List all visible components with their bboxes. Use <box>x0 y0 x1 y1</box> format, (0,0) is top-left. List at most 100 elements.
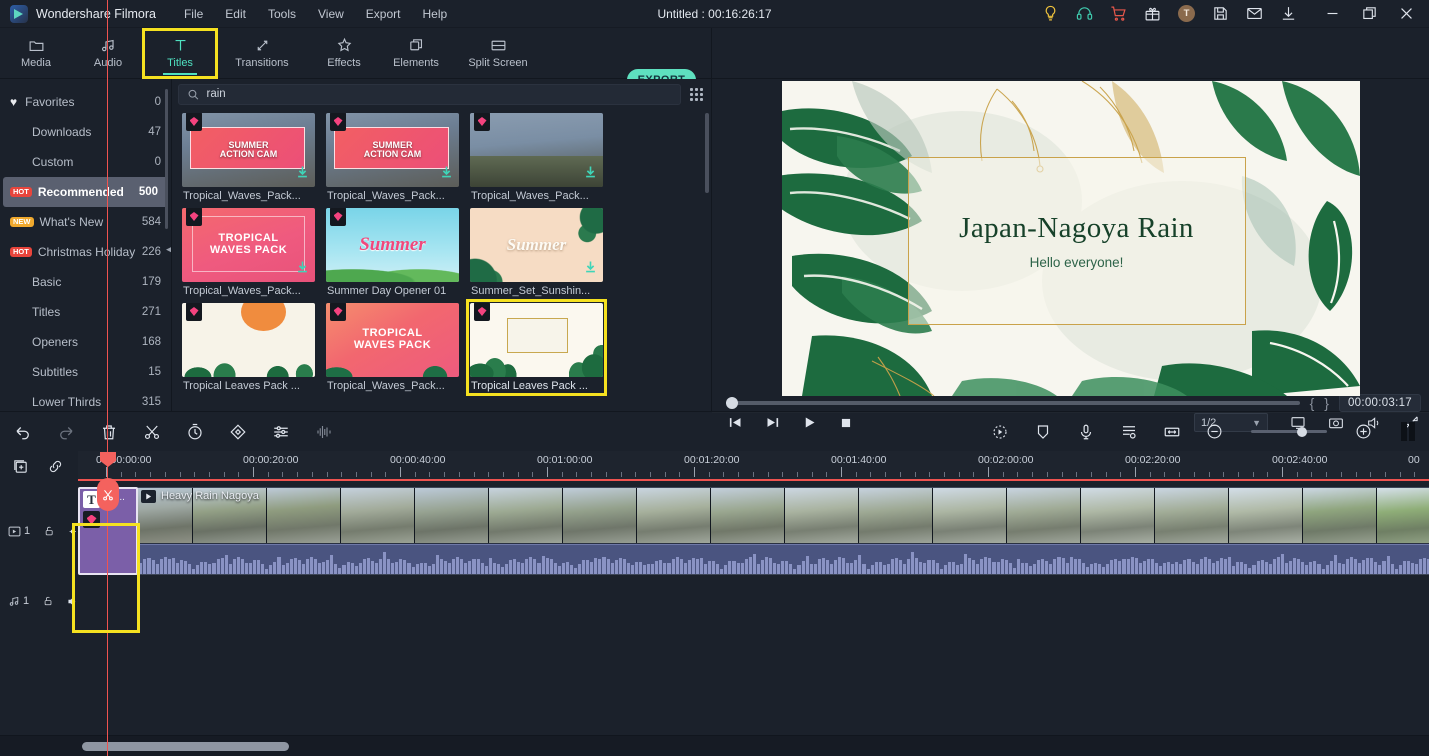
sidebar-item-basic[interactable]: Basic 179 <box>0 267 171 297</box>
tab-transitions[interactable]: Transitions <box>216 30 308 77</box>
maximize-icon[interactable] <box>1361 5 1378 22</box>
save-icon[interactable] <box>1212 5 1229 22</box>
scrub-handle[interactable] <box>726 397 738 409</box>
mark-out-button[interactable]: } <box>1324 395 1329 411</box>
cart-icon[interactable] <box>1110 5 1127 22</box>
timeline-ruler[interactable]: 00:00:00:00 00:00:20:00 00:00:40:00 00:0… <box>78 451 1429 481</box>
zoom-in-icon[interactable] <box>1355 423 1372 440</box>
download-icon[interactable] <box>583 164 598 184</box>
voiceover-icon[interactable] <box>1077 423 1095 441</box>
tab-titles[interactable]: Titles <box>142 27 218 79</box>
asset-card[interactable]: Summer Summer Day Opener 01 <box>326 208 459 297</box>
sidebar-item-subtitles[interactable]: Subtitles 15 <box>0 357 171 387</box>
asset-card[interactable]: SUMMER ACTION CAM Tropical_Waves_Pack... <box>326 113 459 202</box>
add-track-icon[interactable] <box>12 458 29 475</box>
search-input[interactable] <box>206 88 672 100</box>
sidebar-item-whats-new[interactable]: NEW What's New 584 <box>0 207 171 237</box>
grid-view-toggle-icon[interactable] <box>687 85 705 103</box>
tab-media[interactable]: Media <box>0 30 72 77</box>
snapshot-icon[interactable] <box>1328 415 1344 431</box>
link-icon[interactable] <box>47 458 64 475</box>
video-clip[interactable]: Heavy Rain Nagoya <box>118 487 1429 575</box>
timeline-zoom-slider[interactable] <box>1251 426 1327 437</box>
headset-icon[interactable] <box>1076 5 1093 22</box>
play-button[interactable] <box>802 415 817 430</box>
sidebar-item-openers[interactable]: Openers 168 <box>0 327 171 357</box>
gift-icon[interactable] <box>1144 5 1161 22</box>
menu-item-help[interactable]: Help <box>422 7 447 21</box>
asset-card[interactable]: TROPICAL WAVES PACK Tropical_Waves_Pack.… <box>182 208 315 297</box>
subtitle-icon[interactable] <box>1120 423 1138 441</box>
split-clip-button[interactable] <box>97 478 119 511</box>
asset-card-selected[interactable]: Tropical Leaves Pack ... <box>466 299 607 396</box>
tab-elements[interactable]: Elements <box>380 30 452 77</box>
speed-icon[interactable] <box>186 423 204 441</box>
track-visibility-icon[interactable] <box>68 525 78 538</box>
split-scissors-icon[interactable] <box>143 423 161 441</box>
asset-card[interactable]: Tropical_Waves_Pack... <box>470 113 603 202</box>
video-preview[interactable]: Japan-Nagoya Rain Hello everyone! <box>781 81 1360 396</box>
timeline-horizontal-scrollbar[interactable] <box>82 742 289 751</box>
close-icon[interactable] <box>1398 5 1415 22</box>
avatar[interactable]: T <box>1178 5 1195 22</box>
tab-audio[interactable]: Audio <box>72 30 144 77</box>
zoom-slider-handle[interactable] <box>1297 426 1307 437</box>
marker-pair-icon[interactable] <box>1401 422 1415 441</box>
audio-mixer-icon[interactable] <box>315 423 333 441</box>
sidebar-item-christmas-holiday[interactable]: HOT Christmas Holiday 226 <box>0 237 171 267</box>
menu-item-tools[interactable]: Tools <box>268 7 296 21</box>
menu-item-export[interactable]: Export <box>366 7 401 21</box>
audio-track-body[interactable] <box>78 581 1429 621</box>
audio-mute-icon[interactable] <box>67 594 78 609</box>
redo-icon[interactable] <box>57 423 75 441</box>
download-icon[interactable] <box>439 164 454 184</box>
keyframe-icon[interactable] <box>229 423 247 441</box>
sidebar-item-favorites[interactable]: ♥ Favorites 0 <box>0 87 171 117</box>
video-track-body[interactable]: Heavy Rain Nagoya T Tro... <box>78 481 1429 581</box>
thumb-overlay-bottom: ACTION CAM <box>219 149 278 159</box>
color-settings-icon[interactable] <box>272 423 290 441</box>
audio-track-icon <box>9 596 19 606</box>
menu-item-view[interactable]: View <box>318 7 344 21</box>
asset-card[interactable]: SUMMER ACTION CAM Tropical_Waves_Pack... <box>182 113 315 202</box>
asset-label: Tropical_Waves_Pack... <box>327 380 445 392</box>
scrub-bar[interactable] <box>726 397 1300 409</box>
asset-card[interactable]: Summer Summer_Set_Sunshin... <box>470 208 603 297</box>
download-icon[interactable] <box>295 259 310 279</box>
mark-in-button[interactable]: { <box>1310 395 1315 411</box>
sidebar-item-lower-thirds[interactable]: Lower Thirds 315 <box>0 387 171 417</box>
fit-timeline-icon[interactable] <box>1163 423 1181 441</box>
sidebar-scrollbar[interactable] <box>165 89 168 229</box>
lightbulb-icon[interactable] <box>1042 5 1059 22</box>
unlock-icon[interactable] <box>43 594 53 608</box>
undo-icon[interactable] <box>14 423 32 441</box>
tab-effects[interactable]: Effects <box>308 30 380 77</box>
search-row <box>172 79 711 109</box>
marker-icon[interactable] <box>1034 423 1052 441</box>
next-frame-button[interactable] <box>765 415 780 430</box>
render-preview-icon[interactable] <box>991 423 1009 441</box>
download-icon[interactable] <box>295 164 310 184</box>
sidebar-item-custom[interactable]: Custom 0 <box>0 147 171 177</box>
asset-card[interactable]: TROPICAL WAVES PACK Tropical_Waves_Pack.… <box>326 303 459 392</box>
browser-scrollbar[interactable] <box>705 113 709 193</box>
sidebar-item-recommended[interactable]: HOT Recommended 500 <box>3 177 168 207</box>
unlock-icon[interactable] <box>44 524 54 538</box>
delete-icon[interactable] <box>100 423 118 441</box>
prev-frame-button[interactable] <box>728 415 743 430</box>
menu-item-edit[interactable]: Edit <box>225 7 246 21</box>
search-box[interactable] <box>178 83 681 105</box>
premium-diamond-icon <box>186 303 202 321</box>
sidebar-item-titles[interactable]: Titles 271 <box>0 297 171 327</box>
tab-split-screen[interactable]: Split Screen <box>452 30 544 77</box>
stop-button[interactable] <box>839 416 853 430</box>
sidebar-item-downloads[interactable]: Downloads 47 <box>0 117 171 147</box>
title-text-frame[interactable]: Japan-Nagoya Rain Hello everyone! <box>907 157 1246 325</box>
mail-icon[interactable] <box>1246 5 1263 22</box>
download-icon[interactable] <box>583 259 598 279</box>
asset-card[interactable]: Tropical Leaves Pack ... <box>182 303 315 392</box>
minimize-icon[interactable] <box>1324 5 1341 22</box>
download-icon[interactable] <box>1280 5 1297 22</box>
zoom-out-icon[interactable] <box>1206 423 1223 440</box>
menu-item-file[interactable]: File <box>184 7 203 21</box>
